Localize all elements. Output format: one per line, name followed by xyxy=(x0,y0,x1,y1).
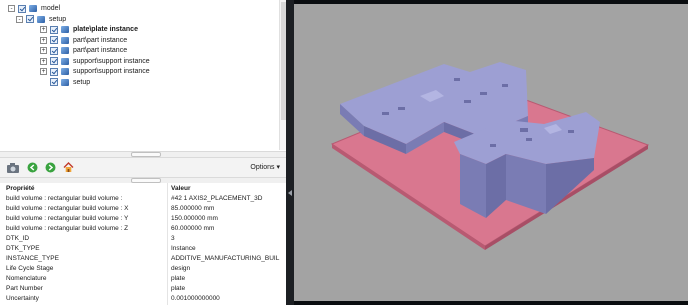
model-tree: - model - setup + plate\plate instance + part\p… xyxy=(0,0,286,156)
property-value: 0.001000000000 xyxy=(171,295,220,302)
forward-arrow-icon[interactable] xyxy=(45,162,56,173)
expand-icon[interactable]: + xyxy=(40,36,47,44)
property-name: Nomenclature xyxy=(6,275,47,282)
expand-icon[interactable]: + xyxy=(40,68,47,75)
tree-item-label: model xyxy=(41,5,61,12)
property-name: INSTANCE_TYPE xyxy=(6,255,59,262)
camera-icon[interactable] xyxy=(6,162,20,174)
3d-viewport[interactable] xyxy=(294,4,688,301)
tree-item[interactable]: + part\part instance xyxy=(40,45,127,56)
property-row[interactable]: Nomenclature plate xyxy=(0,274,286,284)
collapse-icon[interactable]: - xyxy=(16,15,23,23)
options-dropdown[interactable]: Options ▾ xyxy=(250,163,280,171)
node-icon xyxy=(29,5,37,12)
property-row[interactable]: Uncertainty 0.001000000000 xyxy=(0,294,286,304)
property-row[interactable]: build volume : rectangular build volume … xyxy=(0,224,286,234)
properties-header-row: Propriété Valeur xyxy=(0,184,286,194)
chevron-down-icon: ▾ xyxy=(276,164,280,171)
visibility-checkbox[interactable] xyxy=(50,57,58,65)
visibility-checkbox[interactable] xyxy=(18,4,26,13)
tree-item[interactable]: - setup xyxy=(16,14,66,25)
property-value: plate xyxy=(171,275,186,282)
tree-item-label: setup xyxy=(73,78,91,86)
property-row[interactable]: Part Number plate xyxy=(0,284,286,294)
home-icon[interactable] xyxy=(63,162,74,173)
tree-splitter[interactable] xyxy=(0,151,286,158)
property-name: DTK_TYPE xyxy=(6,245,40,252)
tree-item-label: part\part instance xyxy=(73,47,128,54)
node-icon xyxy=(61,57,69,65)
property-name: build volume : rectangular build volume … xyxy=(6,225,129,232)
tree-item[interactable]: + part\part instance xyxy=(40,35,127,46)
properties-table: Propriété Valeur build volume : rectangu… xyxy=(0,183,286,305)
collapse-arrow-icon[interactable] xyxy=(288,190,292,196)
expand-icon[interactable]: + xyxy=(40,57,47,65)
expand-icon[interactable]: + xyxy=(40,47,47,54)
property-row[interactable]: DTK_ID 3 xyxy=(0,234,286,244)
node-icon xyxy=(61,78,69,86)
property-column-header[interactable]: Propriété xyxy=(6,185,164,192)
expand-icon[interactable]: + xyxy=(40,26,47,33)
node-icon xyxy=(37,15,45,23)
tree-item[interactable]: + plate\plate instance xyxy=(40,24,138,35)
property-name: Life Cycle Stage xyxy=(6,265,54,272)
tree-item[interactable]: + support\support instance xyxy=(40,56,150,67)
tree-item-label: plate\plate instance xyxy=(73,26,138,33)
property-value: #42 1 AXIS2_PLACEMENT_3D xyxy=(171,195,263,202)
back-arrow-icon[interactable] xyxy=(27,162,38,173)
visibility-checkbox[interactable] xyxy=(50,78,58,86)
node-icon xyxy=(61,36,69,44)
property-value: 85.000000 mm xyxy=(171,205,215,212)
property-row[interactable]: build volume : rectangular build volume … xyxy=(0,204,286,214)
visibility-checkbox[interactable] xyxy=(50,67,58,76)
property-value: 150.000000 mm xyxy=(171,215,218,222)
property-name: build volume : rectangular build volume … xyxy=(6,215,129,222)
property-name: Uncertainty xyxy=(6,295,39,302)
tree-item[interactable]: - model xyxy=(8,3,60,14)
property-value: 3 xyxy=(171,235,175,242)
visibility-checkbox[interactable] xyxy=(50,46,58,55)
tree-scrollbar[interactable] xyxy=(279,0,286,150)
tree-item[interactable]: + support\support instance xyxy=(40,66,150,77)
node-icon xyxy=(61,68,69,75)
property-name: DTK_ID xyxy=(6,235,30,242)
property-value: 60.000000 mm xyxy=(171,225,215,232)
property-value: ADDITIVE_MANUFACTURING_BUIL xyxy=(171,255,280,262)
options-label: Options xyxy=(250,164,275,171)
tree-item-label: part\part instance xyxy=(73,36,128,44)
visibility-checkbox[interactable] xyxy=(26,15,34,23)
properties-toolbar: Options ▾ xyxy=(0,158,286,177)
visibility-checkbox[interactable] xyxy=(50,25,58,34)
value-column-header[interactable]: Valeur xyxy=(171,185,283,192)
tree-item-label: support\support instance xyxy=(73,57,150,65)
property-row[interactable]: Life Cycle Stage design xyxy=(0,264,286,274)
property-value: design xyxy=(171,265,191,272)
visibility-checkbox[interactable] xyxy=(50,36,58,44)
property-value: Instance xyxy=(171,245,196,252)
property-name: build volume : rectangular build volume … xyxy=(6,205,129,212)
node-icon xyxy=(61,26,69,33)
3d-scene xyxy=(330,62,650,250)
tree-item-label: setup xyxy=(49,15,67,23)
left-panel: - model - setup + plate\plate instance + part\p… xyxy=(0,0,286,305)
property-row[interactable]: INSTANCE_TYPE ADDITIVE_MANUFACTURING_BUIL xyxy=(0,254,286,264)
property-name: build volume : rectangular build volume … xyxy=(6,195,123,202)
node-icon xyxy=(61,47,69,54)
property-row[interactable]: DTK_TYPE Instance xyxy=(0,244,286,254)
property-value: plate xyxy=(171,285,186,292)
property-name: Part Number xyxy=(6,285,43,292)
tree-item[interactable]: setup xyxy=(50,77,90,88)
property-row[interactable]: build volume : rectangular build volume … xyxy=(0,214,286,224)
collapse-icon[interactable]: - xyxy=(8,5,15,12)
tree-item-label: support\support instance xyxy=(73,68,150,75)
splitter-grip[interactable] xyxy=(131,152,161,157)
property-row[interactable]: build volume : rectangular build volume … xyxy=(0,194,286,204)
panel-divider[interactable] xyxy=(286,0,294,305)
